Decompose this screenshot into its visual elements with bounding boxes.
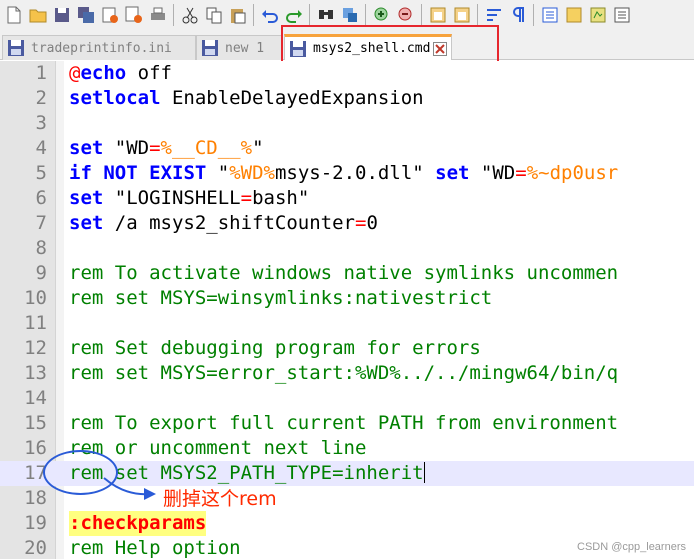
code-line-14: 14 (0, 386, 694, 411)
code-line-15: 15 rem To export full current PATH from … (0, 411, 694, 436)
line-number: 4 (35, 137, 47, 159)
save-all-icon[interactable] (74, 3, 97, 27)
code-line-11: 11 (0, 311, 694, 336)
function-list-icon[interactable] (610, 3, 633, 27)
sync-horizontal-icon[interactable] (450, 3, 473, 27)
file-saved-icon (8, 40, 24, 56)
find-icon[interactable] (314, 3, 337, 27)
zoom-in-icon[interactable] (370, 3, 393, 27)
annotation-note: 删掉这个rem (163, 488, 277, 510)
open-file-icon[interactable] (26, 3, 49, 27)
line-number: 20 (24, 537, 47, 559)
code-text[interactable]: set "LOGINSHELL=bash" (69, 186, 309, 211)
paste-icon[interactable] (226, 3, 249, 27)
code-text[interactable]: rem To activate windows native symlinks … (69, 261, 618, 286)
replace-icon[interactable] (338, 3, 361, 27)
line-number: 14 (24, 387, 47, 409)
code-text[interactable]: rem To export full current PATH from env… (69, 411, 618, 436)
line-number: 16 (24, 437, 47, 459)
code-line-6: 6 set "LOGINSHELL=bash" (0, 186, 694, 211)
redo-icon[interactable] (282, 3, 305, 27)
sync-vertical-icon[interactable] (426, 3, 449, 27)
line-number: 12 (24, 337, 47, 359)
line-number: 3 (35, 112, 47, 134)
word-wrap-icon[interactable] (482, 3, 505, 27)
code-text[interactable]: set "WD=%__CD__%" (69, 136, 264, 161)
line-number: 15 (24, 412, 47, 434)
line-number: 19 (24, 512, 47, 534)
tab-highlight-box (281, 25, 499, 63)
code-text[interactable]: @echo off (69, 61, 172, 86)
line-number: 9 (35, 262, 47, 284)
code-text[interactable]: if NOT EXIST "%WD%msys-2.0.dll" set "WD=… (69, 161, 618, 186)
line-number: 6 (35, 187, 47, 209)
new-file-icon[interactable] (2, 3, 25, 27)
code-line-19: 19 :checkparams (0, 511, 694, 536)
code-line-1: 1 @echo off (0, 61, 694, 86)
indent-guide-icon[interactable] (538, 3, 561, 27)
line-number: 11 (24, 312, 47, 334)
line-number: 10 (24, 287, 47, 309)
code-line-3: 3 (0, 111, 694, 136)
undo-icon[interactable] (258, 3, 281, 27)
toolbar-separator (365, 4, 366, 26)
tab-tradeprintinfo[interactable]: tradeprintinfo.ini (2, 35, 196, 60)
code-line-9: 9 rem To activate windows native symlink… (0, 261, 694, 286)
close-icon[interactable] (98, 3, 121, 27)
code-line-8: 8 (0, 236, 694, 261)
close-all-icon[interactable] (122, 3, 145, 27)
code-text[interactable]: rem Set debugging program for errors (69, 336, 481, 361)
copy-icon[interactable] (202, 3, 225, 27)
line-number: 1 (35, 62, 47, 84)
doc-map-icon[interactable] (586, 3, 609, 27)
toolbar-separator (477, 4, 478, 26)
show-all-chars-icon[interactable] (506, 3, 529, 27)
toolbar-separator (421, 4, 422, 26)
code-text[interactable]: rem set MSYS=winsymlinks:nativestrict (69, 286, 492, 311)
code-line-13: 13 rem set MSYS=error_start:%WD%../../mi… (0, 361, 694, 386)
line-number: 18 (24, 487, 47, 509)
code-text[interactable]: set /a msys2_shiftCounter=0 (69, 211, 378, 236)
text-caret (423, 462, 425, 483)
tab-label: tradeprintinfo.ini (31, 40, 172, 56)
tab-label: new 1 (225, 40, 265, 56)
toolbar-separator (309, 4, 310, 26)
code-text[interactable]: setlocal EnableDelayedExpansion (69, 86, 424, 111)
code-line-10: 10 rem set MSYS=winsymlinks:nativestrict (0, 286, 694, 311)
code-line-5: 5 if NOT EXIST "%WD%msys-2.0.dll" set "W… (0, 161, 694, 186)
toolbar-separator (253, 4, 254, 26)
save-icon[interactable] (50, 3, 73, 27)
line-number: 17 (24, 462, 47, 484)
watermark: CSDN @cpp_learners (577, 541, 686, 553)
zoom-out-icon[interactable] (394, 3, 417, 27)
code-text[interactable]: rem set MSYS=error_start:%WD%../../mingw… (69, 361, 618, 386)
tab-new-1[interactable]: new 1 (196, 35, 282, 60)
code-line-4: 4 set "WD=%__CD__%" (0, 136, 694, 161)
file-saved-icon (202, 40, 218, 56)
line-number: 13 (24, 362, 47, 384)
line-number: 2 (35, 87, 47, 109)
toolbar-separator (173, 4, 174, 26)
line-number: 5 (35, 162, 47, 184)
print-icon[interactable] (146, 3, 169, 27)
code-text[interactable]: rem Help option (69, 536, 241, 559)
line-number: 8 (35, 237, 47, 259)
code-text[interactable]: :checkparams (69, 511, 207, 536)
cut-icon[interactable] (178, 3, 201, 27)
code-text[interactable]: rem or uncomment next line (69, 436, 366, 461)
toolbar-separator (533, 4, 534, 26)
line-number: 7 (35, 212, 47, 234)
udl-icon[interactable] (562, 3, 585, 27)
code-line-12: 12 rem Set debugging program for errors (0, 336, 694, 361)
annotation-arrow-icon (103, 477, 156, 500)
code-line-7: 7 set /a msys2_shiftCounter=0 (0, 211, 694, 236)
code-line-2: 2 setlocal EnableDelayedExpansion (0, 86, 694, 111)
